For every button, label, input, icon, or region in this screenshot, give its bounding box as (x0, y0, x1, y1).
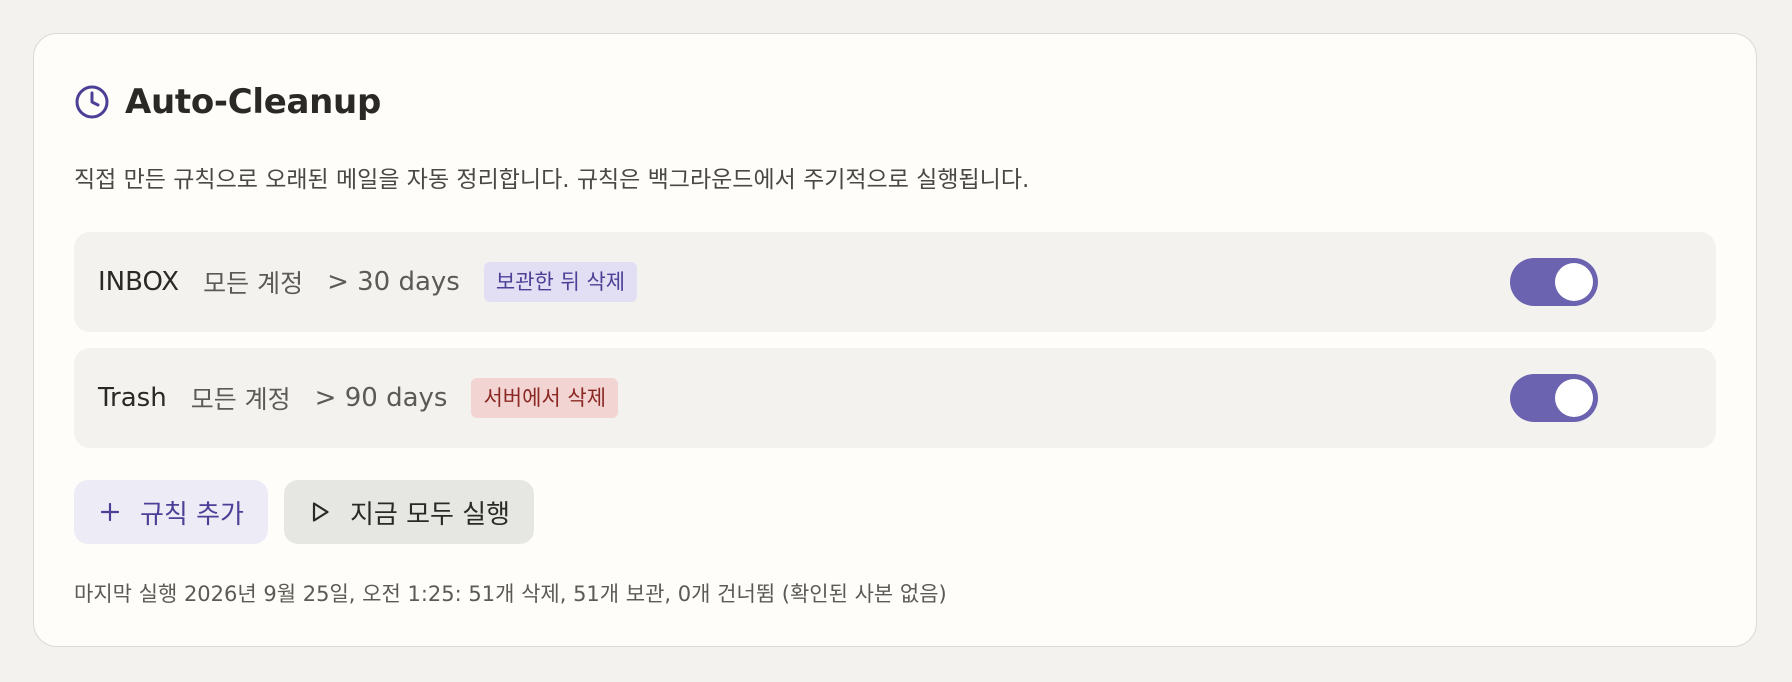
rule-row: Trash 모든 계정 > 90 days 서버에서 삭제 (74, 348, 1716, 448)
rule-account: 모든 계정 (190, 385, 291, 414)
rule-folder: Trash (98, 383, 167, 413)
add-rule-button[interactable]: 규칙 추가 (74, 480, 268, 544)
rule-enabled-toggle[interactable] (1510, 374, 1598, 422)
rule-age: > 30 days (327, 267, 460, 297)
rule-row: INBOX 모든 계정 > 30 days 보관한 뒤 삭제 (74, 232, 1716, 332)
toggle-knob (1555, 263, 1593, 301)
card-header: Auto-Cleanup (74, 78, 381, 126)
play-icon (308, 500, 332, 524)
card-title: Auto-Cleanup (125, 82, 381, 122)
rule-action-badge: 보관한 뒤 삭제 (483, 262, 638, 302)
rule-age: > 90 days (314, 383, 448, 413)
run-all-button[interactable]: 지금 모두 실행 (284, 480, 534, 544)
rule-account: 모든 계정 (203, 269, 304, 298)
rule-action-badge: 서버에서 삭제 (471, 378, 619, 418)
toggle-knob (1555, 379, 1593, 417)
rule-folder: INBOX (98, 267, 180, 297)
run-all-label: 지금 모두 실행 (350, 499, 511, 530)
add-rule-label: 규칙 추가 (140, 499, 244, 530)
card-description: 직접 만든 규칙으로 오래된 메일을 자동 정리합니다. 규칙은 백그라운드에서… (74, 167, 1030, 193)
clock-icon (74, 84, 110, 120)
auto-cleanup-card: Auto-Cleanup 직접 만든 규칙으로 오래된 메일을 자동 정리합니다… (33, 33, 1757, 647)
last-run-status: 마지막 실행 2026년 9월 25일, 오전 1:25: 51개 삭제, 51… (74, 582, 947, 606)
plus-icon (98, 500, 122, 524)
rule-enabled-toggle[interactable] (1510, 258, 1598, 306)
